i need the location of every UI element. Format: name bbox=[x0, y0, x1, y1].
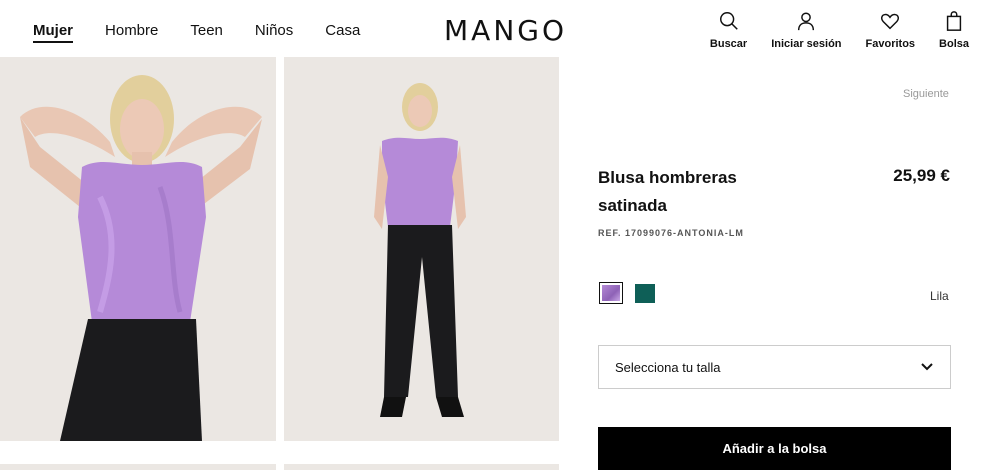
product-ref: REF. 17099076-ANTONIA-LM bbox=[598, 228, 744, 238]
search-icon bbox=[719, 12, 738, 30]
product-title: Blusa hombreras satinada bbox=[598, 168, 737, 215]
brand-logo[interactable]: MANGO bbox=[444, 14, 567, 47]
color-swatch-green[interactable] bbox=[635, 284, 655, 303]
size-select[interactable]: Selecciona tu talla bbox=[598, 345, 951, 389]
nav-item-teen[interactable]: Teen bbox=[190, 22, 223, 43]
product-photo-3[interactable] bbox=[0, 464, 276, 470]
product-photo-4[interactable] bbox=[284, 464, 559, 470]
chevron-down-icon bbox=[921, 363, 933, 371]
selected-color-name: Lila bbox=[930, 289, 949, 303]
login-button[interactable]: Iniciar sesión bbox=[771, 10, 842, 50]
bag-icon bbox=[946, 11, 962, 31]
login-label: Iniciar sesión bbox=[771, 38, 842, 50]
nav-item-ninos[interactable]: Niños bbox=[255, 22, 293, 43]
nav-item-casa[interactable]: Casa bbox=[325, 22, 360, 43]
search-label: Buscar bbox=[709, 38, 748, 50]
search-button[interactable]: Buscar bbox=[710, 10, 747, 50]
header-actions: Buscar Iniciar sesión Favoritos Bolsa bbox=[686, 10, 969, 50]
site-header: Mujer Hombre Teen Niños Casa MANGO Busca… bbox=[0, 0, 983, 57]
favorites-label: Favoritos bbox=[865, 38, 916, 50]
product-photo-front[interactable] bbox=[0, 57, 276, 441]
next-product-link[interactable]: Siguiente bbox=[903, 88, 949, 100]
add-to-bag-button[interactable]: Añadir a la bolsa bbox=[598, 427, 951, 470]
favorites-button[interactable]: Favoritos bbox=[865, 10, 916, 50]
product-photo-full[interactable] bbox=[284, 57, 559, 441]
color-swatch-lila[interactable] bbox=[599, 282, 623, 304]
bag-button[interactable]: Bolsa bbox=[939, 10, 969, 50]
user-icon bbox=[798, 12, 815, 31]
size-select-placeholder: Selecciona tu talla bbox=[615, 359, 721, 375]
nav-item-hombre[interactable]: Hombre bbox=[105, 22, 158, 43]
model-photo-full-body bbox=[284, 57, 559, 441]
product-gallery bbox=[0, 57, 560, 470]
model-photo-closeup bbox=[0, 57, 276, 441]
swatch-fill bbox=[602, 285, 620, 301]
product-price: 25,99 € bbox=[893, 166, 950, 185]
heart-icon bbox=[881, 13, 900, 30]
nav-item-mujer[interactable]: Mujer bbox=[33, 22, 74, 43]
bag-label: Bolsa bbox=[939, 38, 969, 50]
main-nav: Mujer Hombre Teen Niños Casa bbox=[33, 22, 392, 43]
